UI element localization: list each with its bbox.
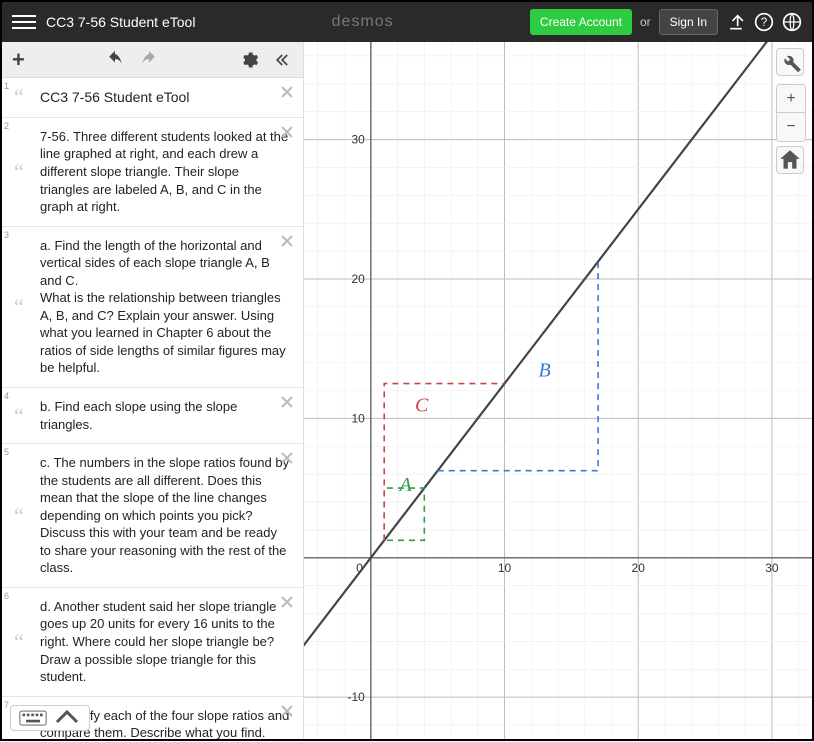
- quote-icon: “: [14, 401, 24, 431]
- home-button[interactable]: [776, 146, 804, 174]
- close-icon[interactable]: [279, 594, 295, 610]
- svg-text:B: B: [539, 360, 551, 382]
- quote-icon: “: [14, 83, 24, 113]
- expression-item[interactable]: 6 “ d. Another student said her slope tria…: [2, 588, 303, 697]
- menu-icon[interactable]: [12, 10, 36, 34]
- expression-text: CC3 7-56 Student eTool: [40, 88, 291, 107]
- sidebar-toolbar: +: [2, 42, 303, 78]
- expression-number: 5: [4, 446, 9, 458]
- svg-text:30: 30: [765, 561, 779, 575]
- expression-text: d. Another student said her slope triang…: [40, 598, 291, 686]
- svg-text:-10: -10: [347, 690, 365, 704]
- svg-text:30: 30: [351, 133, 365, 147]
- close-icon[interactable]: [279, 233, 295, 249]
- close-icon[interactable]: [279, 450, 295, 466]
- page-title: CC3 7-56 Student eTool: [46, 14, 195, 30]
- svg-text:20: 20: [632, 561, 646, 575]
- or-label: or: [640, 15, 651, 29]
- graph-area[interactable]: 102030-101020300ABC + −: [304, 42, 812, 739]
- expression-list[interactable]: 1 “ CC3 7-56 Student eTool 2 “ 7-56. Three di…: [2, 78, 303, 739]
- expression-item[interactable]: 2 “ 7-56. Three different students looked …: [2, 118, 303, 227]
- expression-text: c. The numbers in the slope ratios found…: [40, 454, 291, 577]
- collapse-icon[interactable]: [273, 50, 293, 70]
- undo-icon[interactable]: [105, 50, 125, 70]
- quote-icon: “: [14, 501, 24, 531]
- share-icon[interactable]: [726, 12, 746, 32]
- svg-text:10: 10: [498, 561, 512, 575]
- close-icon[interactable]: [279, 124, 295, 140]
- expression-number: 7: [4, 699, 9, 711]
- help-icon[interactable]: ?: [754, 12, 774, 32]
- svg-text:?: ?: [761, 16, 768, 29]
- zoom-in-button[interactable]: +: [777, 85, 805, 113]
- quote-icon: “: [14, 627, 24, 657]
- wrench-icon[interactable]: [776, 48, 804, 76]
- expression-sidebar: + 1 “ CC3 7-56 Student eTool 2 “ 7-56. Three …: [2, 42, 304, 739]
- redo-icon[interactable]: [139, 50, 159, 70]
- sign-in-button[interactable]: Sign In: [659, 9, 718, 35]
- create-account-button[interactable]: Create Account: [530, 9, 632, 35]
- brand-logo: desmos: [195, 13, 529, 31]
- expression-item[interactable]: 1 “ CC3 7-56 Student eTool: [2, 78, 303, 118]
- header: CC3 7-56 Student eTool desmos Create Acc…: [2, 2, 812, 42]
- close-icon[interactable]: [279, 84, 295, 100]
- expression-number: 2: [4, 120, 9, 132]
- close-icon[interactable]: [279, 394, 295, 410]
- chevron-up-icon: [53, 710, 81, 726]
- close-icon[interactable]: [279, 703, 295, 719]
- svg-text:C: C: [415, 394, 429, 416]
- globe-icon[interactable]: [782, 12, 802, 32]
- keypad-toggle[interactable]: [10, 705, 90, 731]
- expression-number: 1: [4, 80, 9, 92]
- expression-item[interactable]: 3 “ a. Find the length of the horizontal a…: [2, 227, 303, 388]
- add-expression-button[interactable]: +: [12, 47, 25, 73]
- graph-canvas[interactable]: 102030-101020300ABC: [304, 42, 812, 739]
- expression-text: 7-56. Three different students looked at…: [40, 128, 291, 216]
- svg-text:A: A: [397, 474, 412, 496]
- quote-icon: “: [14, 157, 24, 187]
- expression-number: 6: [4, 590, 9, 602]
- settings-icon[interactable]: [239, 50, 259, 70]
- quote-icon: “: [14, 292, 24, 322]
- expression-item[interactable]: 5 “ c. The numbers in the slope ratios fou…: [2, 444, 303, 588]
- svg-text:20: 20: [351, 272, 365, 286]
- keyboard-icon: [19, 710, 47, 726]
- expression-number: 4: [4, 390, 9, 402]
- zoom-out-button[interactable]: −: [777, 113, 805, 141]
- svg-text:10: 10: [351, 411, 365, 425]
- expression-number: 3: [4, 229, 9, 241]
- expression-text: b. Find each slope using the slope trian…: [40, 398, 291, 433]
- expression-text: a. Find the length of the horizontal and…: [40, 237, 291, 377]
- expression-item[interactable]: 4 “ b. Find each slope using the slope tri…: [2, 388, 303, 444]
